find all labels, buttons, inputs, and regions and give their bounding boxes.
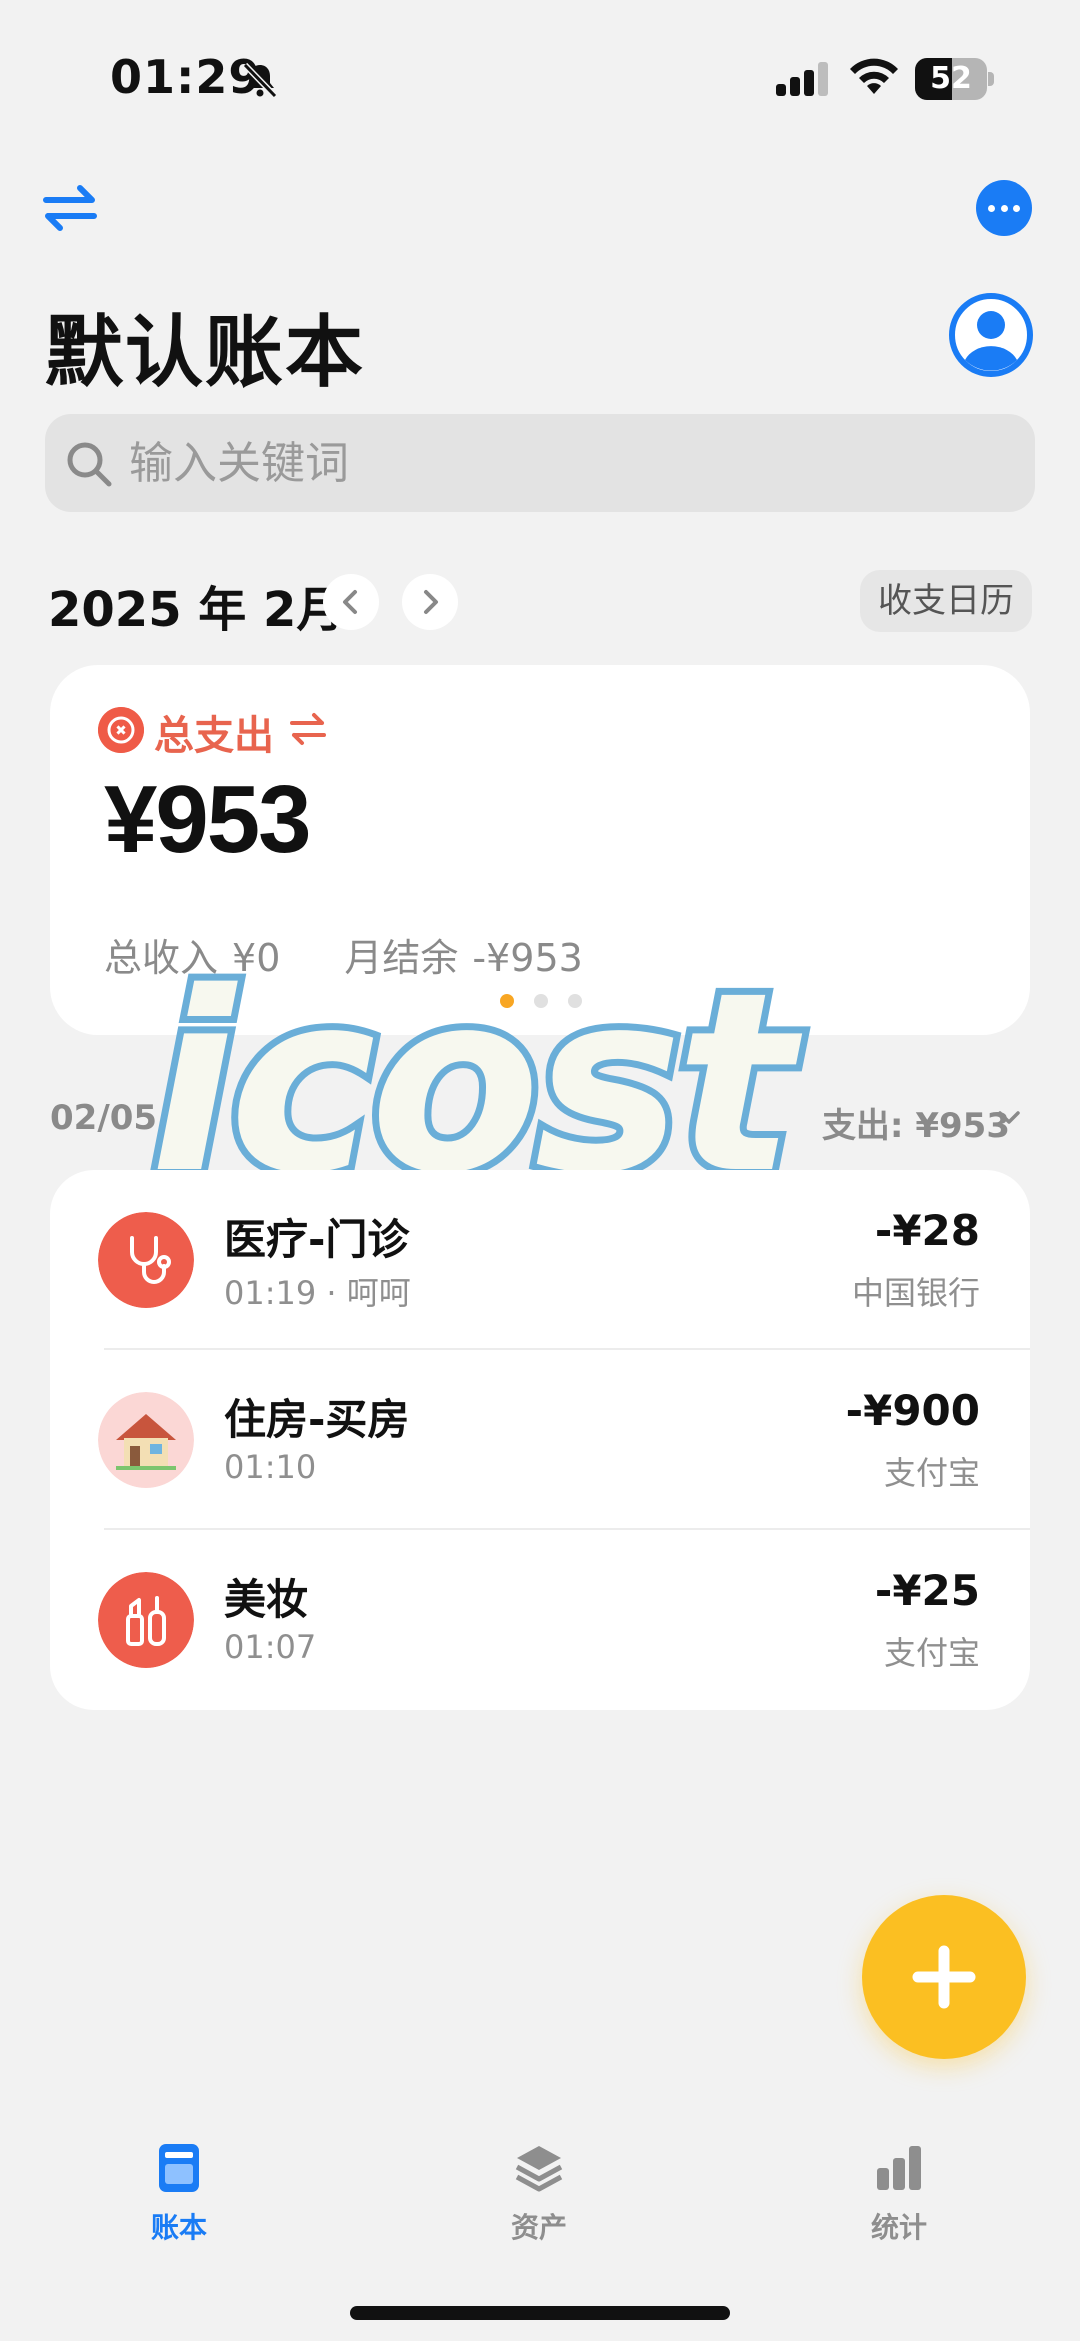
transaction-amount: -¥900: [845, 1386, 980, 1435]
layers-icon: [515, 2146, 563, 2192]
transaction-list: 医疗-门诊 01:19 · 呵呵 -¥28 中国银行 住房-买房 01:10 -…: [50, 1170, 1030, 1710]
total-expense-label: 总支出: [154, 713, 274, 759]
transaction-category: 住房-买房: [224, 1395, 410, 1444]
next-month-button[interactable]: [402, 574, 458, 630]
more-options-button[interactable]: [976, 180, 1032, 236]
chevron-down-icon[interactable]: [995, 1104, 1023, 1132]
wifi-icon: [850, 58, 898, 94]
transaction-row[interactable]: 住房-买房 01:10 -¥900 支付宝: [50, 1350, 1030, 1530]
home-indicator[interactable]: [350, 2306, 730, 2320]
page-title: 默认账本: [45, 308, 366, 398]
expense-category-icon: [98, 707, 144, 753]
search-icon: [67, 442, 112, 487]
tab-assets[interactable]: 资产: [459, 2140, 619, 2246]
tab-label: 统计: [870, 2211, 927, 2244]
bar-chart-icon: [877, 2146, 921, 2190]
month-label: 2025 年 2月: [48, 582, 345, 638]
battery-percentage: 52: [930, 61, 972, 96]
tab-statistics[interactable]: 统计: [819, 2140, 979, 2246]
tab-ledger[interactable]: 账本: [99, 2140, 259, 2246]
search-bar[interactable]: [45, 414, 1035, 512]
status-time: 01:29: [110, 50, 262, 104]
house-icon: [98, 1392, 194, 1488]
bell-muted-icon: [242, 62, 278, 99]
battery-tip: [988, 72, 994, 86]
transaction-time: 01:19: [224, 1274, 317, 1312]
total-expense-amount: ¥953: [104, 766, 312, 873]
transaction-time: 01:10: [224, 1448, 317, 1486]
transaction-time-note: 01:19 · 呵呵: [224, 1274, 411, 1312]
transaction-amount: -¥25: [874, 1566, 980, 1615]
search-input[interactable]: [129, 434, 1009, 492]
chevron-left-icon: [343, 590, 357, 614]
chevron-right-icon: [424, 590, 438, 614]
more-dot: [1000, 205, 1008, 212]
more-dot: [1013, 205, 1020, 212]
income-expense-calendar-button[interactable]: 收支日历: [860, 570, 1032, 632]
ledger-icon: [159, 2144, 199, 2192]
day-date: 02/05: [50, 1098, 158, 1138]
transaction-category: 美妆: [224, 1575, 309, 1624]
cellular-signal-icon: [776, 62, 828, 96]
battery-indicator: 52: [915, 58, 987, 100]
day-expense-summary[interactable]: 支出: ¥953: [822, 1098, 1010, 1147]
transaction-account: 支付宝: [883, 1454, 980, 1492]
switch-ledger-button[interactable]: [40, 180, 100, 236]
transaction-category: 医疗-门诊: [224, 1215, 410, 1264]
profile-avatar-button[interactable]: [948, 292, 1034, 378]
transaction-row[interactable]: 医疗-门诊 01:19 · 呵呵 -¥28 中国银行: [50, 1170, 1030, 1350]
transaction-amount: -¥28: [874, 1206, 980, 1255]
cosmetics-icon: [98, 1572, 194, 1668]
swap-icon[interactable]: [288, 711, 328, 747]
previous-month-button[interactable]: [323, 574, 379, 630]
transaction-row[interactable]: 美妆 01:07 -¥25 支付宝: [50, 1530, 1030, 1710]
add-transaction-button[interactable]: [862, 1895, 1026, 2059]
transaction-account: 支付宝: [883, 1634, 980, 1672]
stethoscope-icon: [98, 1212, 194, 1308]
transaction-note: 呵呵: [346, 1274, 411, 1312]
more-dot: [988, 205, 995, 212]
transaction-account: 中国银行: [851, 1274, 980, 1312]
transaction-time: 01:07: [224, 1628, 317, 1666]
plus-icon: [912, 1945, 976, 2009]
tab-label: 账本: [150, 2211, 207, 2244]
tab-label: 资产: [510, 2211, 567, 2244]
